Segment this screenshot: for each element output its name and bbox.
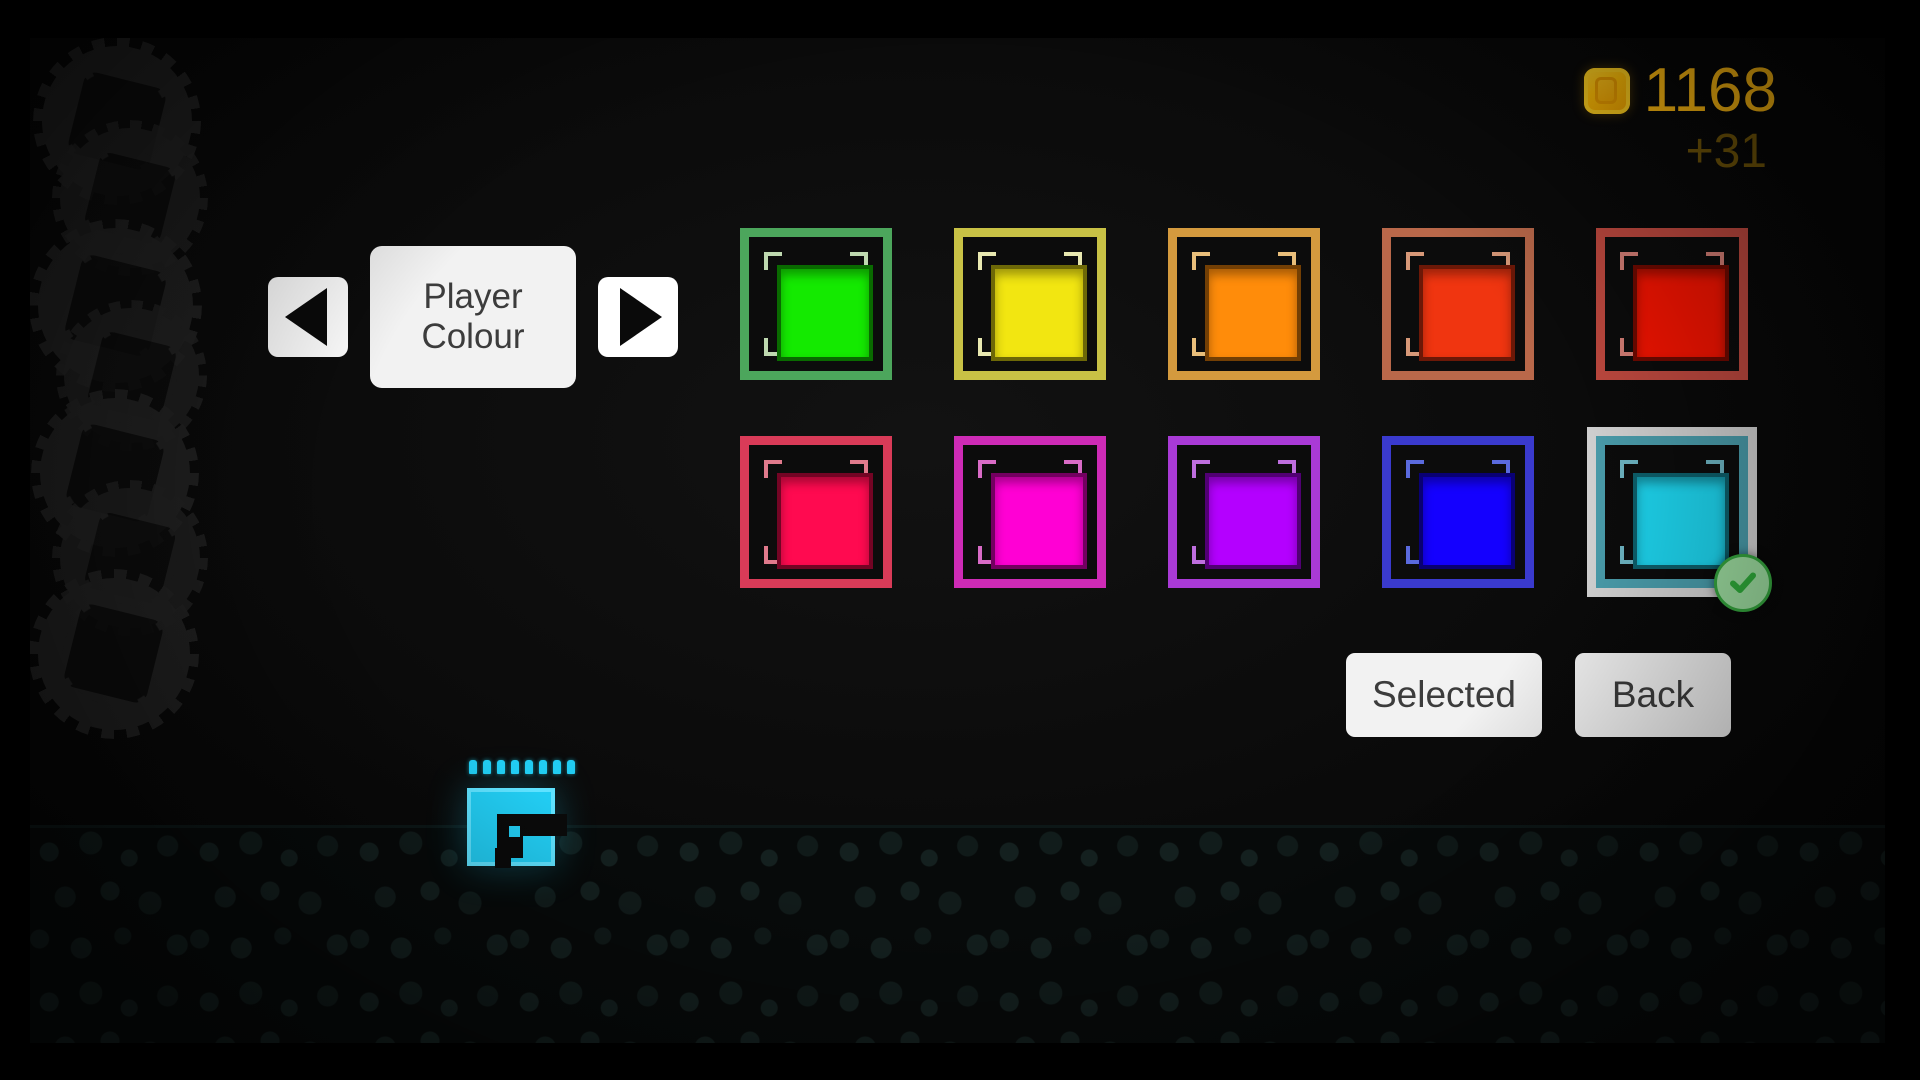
swatch-border [1168,228,1320,380]
gun-grip [495,848,511,868]
game-screen: 1168 +31 Player Colour Selected Back [0,0,1920,1080]
swatch-fill [1205,473,1301,569]
ammo-pip [511,760,519,774]
saw-blade-icon [38,578,190,730]
triangle-left-icon [284,288,327,346]
ammo-pip [553,760,561,774]
triangle-right-icon [619,288,662,346]
colour-swatch-green[interactable] [740,228,892,380]
colour-swatch-red-orange[interactable] [1382,228,1534,380]
colour-swatch-cyan[interactable] [1587,427,1772,612]
coin-count: 1168 [1643,56,1777,125]
swatch-fill [991,265,1087,361]
coin-row: 1168 [1583,56,1777,125]
swatch-border [954,228,1106,380]
swatch-fill [1205,265,1301,361]
ammo-pip [539,760,547,774]
ammo-pip [483,760,491,774]
action-buttons: Selected Back [1346,653,1731,737]
ammo-pip [497,760,505,774]
colour-swatch-grid [740,228,1772,612]
prev-category-button[interactable] [268,277,348,357]
next-category-button[interactable] [598,277,678,357]
ammo-pip [525,760,533,774]
colour-swatch-orange[interactable] [1168,228,1320,380]
swatch-border [1596,228,1748,380]
swatch-fill [1633,265,1729,361]
ground-texture [30,825,1885,1043]
colour-swatch-yellow[interactable] [954,228,1106,380]
category-label[interactable]: Player Colour [370,246,576,388]
ammo-pip [469,760,477,774]
colour-swatch-blue[interactable] [1382,436,1534,588]
player-preview [467,760,575,868]
colour-swatch-pink[interactable] [740,436,892,588]
swatch-fill [777,473,873,569]
colour-swatch-purple[interactable] [1168,436,1320,588]
colour-swatch-red[interactable] [1596,228,1748,380]
back-button[interactable]: Back [1575,653,1731,737]
coin-delta: +31 [1685,125,1767,178]
check-circle-icon [1714,554,1772,612]
selected-button[interactable]: Selected [1346,653,1542,737]
ground-surface-line [30,825,1885,828]
coin-hud: 1168 +31 [1583,56,1777,178]
ammo-indicator [469,760,575,774]
gun-icon [495,814,567,868]
category-selector: Player Colour [268,246,678,388]
swatch-border [740,436,892,588]
swatch-fill [1419,265,1515,361]
swatch-fill [1419,473,1515,569]
swatch-border [1382,228,1534,380]
player-sprite [467,788,567,868]
playfield: 1168 +31 Player Colour Selected Back [30,38,1885,1043]
swatch-border [740,228,892,380]
swatch-border [1168,436,1320,588]
colour-swatch-magenta[interactable] [954,436,1106,588]
swatch-fill [777,265,873,361]
swatch-fill [1633,473,1729,569]
ammo-pip [567,760,575,774]
swatch-fill [991,473,1087,569]
swatch-border [954,436,1106,588]
swatch-border [1382,436,1534,588]
coin-icon [1583,68,1630,114]
